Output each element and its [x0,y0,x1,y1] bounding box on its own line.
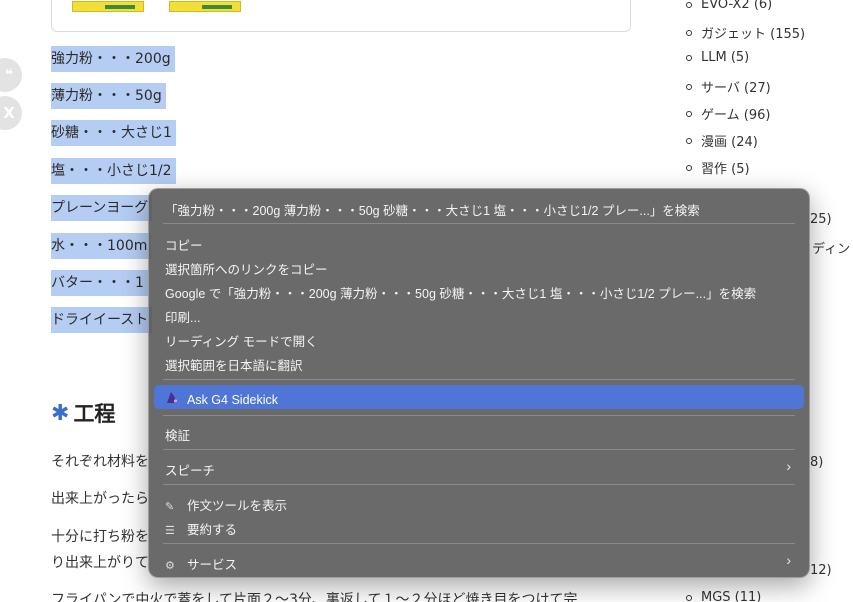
category-count-partial: 8) [810,455,824,470]
menu-separator [163,449,795,450]
menu-separator [163,484,795,485]
menu-item-speech[interactable]: スピーチ [165,460,215,479]
category-link[interactable]: ゲーム (96) [686,104,770,123]
quote-share-button[interactable]: ❝ [0,58,22,92]
menu-item-translate[interactable]: 選択範囲を日本語に翻訳 [165,355,303,374]
asterisk-icon: ✱ [51,400,70,426]
quote-icon: ❝ [4,67,14,83]
menu-item-summarize[interactable]: ☰ 要約する [165,519,237,538]
chevron-right-icon: › [786,552,791,568]
sidekick-icon [165,390,181,407]
menu-item-ask-sidekick[interactable]: Ask G4 Sidekick [165,390,278,407]
menu-item-writing-tools[interactable]: ✎ 作文ツールを表示 [165,495,287,514]
category-link[interactable]: MGS (11) [686,590,761,602]
category-link[interactable]: EVO-X2 (6) [686,0,772,12]
menu-item-copy[interactable]: コピー [165,235,203,254]
ingredient-line: バター・・・1 [51,270,148,296]
menu-separator [163,379,795,380]
ingredient-line: 強力粉・・・200g [51,46,175,72]
body-text: それぞれ材料を [51,454,149,470]
context-menu: 「強力粉・・・200g 薄力粉・・・50g 砂糖・・・大さじ1 塩・・・小さじ1… [148,188,810,578]
menu-item-search-selection[interactable]: 「強力粉・・・200g 薄力粉・・・50g 砂糖・・・大さじ1 塩・・・小さじ1… [165,200,700,219]
body-text: り出来上がりて [51,555,149,571]
x-icon: X [3,104,15,122]
menu-separator [163,223,795,224]
category-link[interactable]: ガジェット (155) [686,23,805,42]
menu-item-inspect[interactable]: 検証 [165,425,190,444]
category-link[interactable]: 漫画 (24) [686,131,758,150]
services-gear-icon: ⚙ [165,560,175,572]
menu-separator [163,543,795,544]
menu-item-services[interactable]: ⚙ サービス [165,554,237,573]
category-label-partial: ディン [812,242,851,257]
body-text: 十分に打ち粉を [51,529,149,545]
menu-separator [163,415,795,416]
ingredient-line: プレーンヨーグ [51,195,153,221]
category-count-partial: 12) [810,563,832,578]
section-heading: ✱ 工程 [51,398,115,428]
category-link[interactable]: 習作 (5) [686,158,750,177]
section-title: 工程 [73,402,116,426]
chevron-right-icon: › [786,458,791,474]
summarize-icon: ☰ [165,525,175,537]
menu-item-google-search[interactable]: Google で「強力粉・・・200g 薄力粉・・・50g 砂糖・・・大さじ1 … [165,283,756,302]
ingredient-line: 砂糖・・・大さじ1 [51,120,176,146]
menu-item-print[interactable]: 印刷... [165,307,200,326]
category-link[interactable]: サーバ (27) [686,77,771,96]
menu-item-reading-mode[interactable]: リーディング モードで開く [165,331,318,350]
x-share-button[interactable]: X [0,96,22,130]
product-image-card [51,0,631,32]
writing-tools-icon: ✎ [165,501,175,513]
ingredient-line: 水・・・100m [51,233,152,259]
product-image[interactable] [169,1,241,12]
ingredient-line: 塩・・・小さじ1/2 [51,158,176,184]
body-text: 出来上がったら [51,491,149,507]
menu-item-copy-link[interactable]: 選択箇所へのリンクをコピー [165,259,328,278]
menu-backdrop [149,189,809,577]
product-image[interactable] [72,1,144,12]
ingredient-line: ドライイースト [51,307,153,333]
category-count-partial: 25) [810,212,832,227]
ingredient-line: 薄力粉・・・50g [51,83,166,109]
category-link[interactable]: LLM (5) [686,50,749,65]
body-text: フライパンで中火で蓋をして片面２〜3分、裏返して１〜２分ほど焼き目をつけて完 [51,592,578,602]
